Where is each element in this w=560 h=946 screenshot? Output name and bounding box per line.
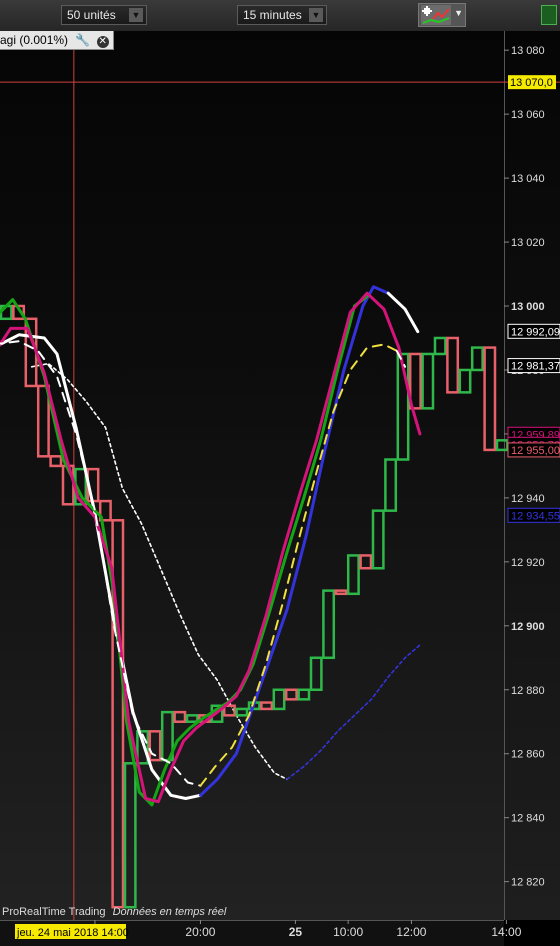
- brand-label: ProRealTime Trading: [2, 906, 106, 918]
- x-tick-label: 14:00: [491, 925, 521, 939]
- crosshair-time-label: jeu. 24 mai 2018 14:00: [16, 927, 129, 939]
- crosshair-price-label: 13 070,0: [510, 77, 553, 89]
- platform-watermark: ProRealTime Trading Données en temps rée…: [2, 906, 226, 918]
- candle: [458, 368, 472, 394]
- last-price-label: 12 992,09: [511, 326, 560, 338]
- candle: [433, 336, 447, 356]
- last-price-label: 12 981,37: [511, 361, 560, 373]
- candle: [421, 352, 435, 410]
- x-tick-label: 10:00: [333, 925, 363, 939]
- wrench-icon[interactable]: 🔧: [75, 31, 90, 49]
- x-tick-label: 12:00: [396, 925, 426, 939]
- moving-averages-layer: [0, 285, 422, 807]
- last-price-label: 12 934,55: [511, 510, 560, 522]
- candle: [371, 509, 385, 570]
- candle: [346, 554, 360, 596]
- y-tick-label: 12 940: [511, 493, 545, 505]
- candle: [260, 701, 274, 711]
- candle: [297, 688, 311, 701]
- candle: [309, 656, 323, 692]
- candle: [284, 688, 298, 701]
- candle: [470, 346, 484, 372]
- candle: [123, 762, 137, 909]
- candle: [36, 384, 50, 458]
- last-price-label: 12 955,00: [511, 445, 560, 457]
- data-status-label: Données en temps réel: [112, 906, 227, 918]
- indicator-label: agi (0.001%): [0, 33, 69, 47]
- y-tick-label: 12 860: [511, 749, 545, 761]
- candles-layer: [0, 304, 509, 909]
- moving-average-line: [0, 340, 202, 787]
- candle: [322, 589, 336, 660]
- y-tick-label: 12 880: [511, 685, 545, 697]
- candle: [49, 455, 63, 468]
- x-tick-label: 20:00: [185, 925, 215, 939]
- y-tick-label: 13 000: [511, 301, 545, 313]
- axis-labels-layer: 12 820 12 840 12 860 12 880 12 900 12 920 12 9…: [15, 45, 560, 939]
- candle: [334, 589, 348, 596]
- candle: [446, 336, 460, 394]
- y-tick-label: 12 840: [511, 813, 545, 825]
- y-tick-label: 13 060: [511, 109, 545, 121]
- x-tick-label: 25: [289, 925, 303, 939]
- moving-average-line: [0, 294, 369, 807]
- candle: [483, 346, 497, 452]
- candle: [235, 707, 249, 717]
- y-tick-label: 13 080: [511, 45, 545, 57]
- y-tick-label: 12 920: [511, 557, 545, 569]
- candle: [384, 458, 398, 512]
- close-icon[interactable]: ✕: [96, 36, 109, 48]
- candle: [359, 554, 373, 570]
- moving-average-line: [0, 291, 422, 804]
- y-tick-label: 13 020: [511, 237, 545, 249]
- moving-average-line: [199, 285, 390, 797]
- moving-average-line: [286, 644, 421, 781]
- y-tick-label: 12 820: [511, 877, 545, 889]
- indicator-tab[interactable]: agi (0.001%) 🔧 ✕: [0, 31, 114, 50]
- crosshair-layer: [0, 31, 560, 920]
- moving-average-dotted: [30, 362, 421, 781]
- y-tick-label: 13 040: [511, 173, 545, 185]
- moving-average-line: [386, 291, 420, 334]
- candle: [185, 714, 199, 723]
- price-chart: 12 820 12 840 12 860 12 880 12 900 12 920 12 9…: [0, 31, 560, 939]
- candle: [495, 439, 509, 452]
- candle: [272, 688, 286, 711]
- candle: [173, 710, 187, 723]
- moving-average-line: [0, 333, 202, 800]
- y-tick-label: 12 900: [511, 621, 545, 633]
